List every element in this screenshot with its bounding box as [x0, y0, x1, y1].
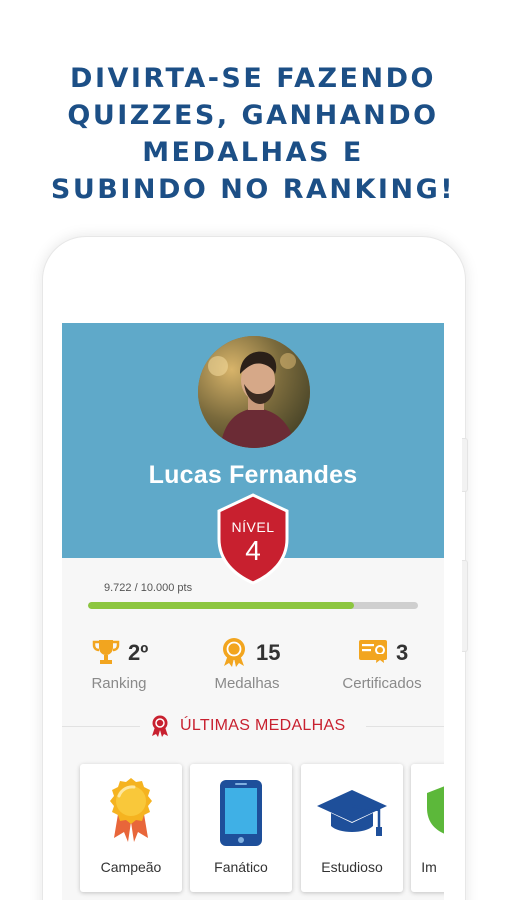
- level-progress-fill: [88, 602, 355, 609]
- smartphone-icon: [220, 780, 262, 846]
- medal-card-champion[interactable]: Campeão: [80, 764, 182, 892]
- phone-side-button: [462, 560, 468, 652]
- latest-medals-title: ÚLTIMAS MEDALHAS: [180, 717, 346, 734]
- medal-card-partial[interactable]: Im: [411, 764, 444, 892]
- trophy-icon: [92, 640, 120, 664]
- shield-icon: [427, 786, 444, 834]
- headline: DIVIRTA-SE FAZENDO QUIZZES, GANHANDO MED…: [0, 60, 506, 208]
- headline-line-2: QUIZZES, GANHANDO: [67, 100, 439, 131]
- certificate-icon: [359, 640, 387, 663]
- user-name: Lucas Fernandes: [148, 461, 358, 489]
- headline-line-3: MEDALHAS E: [142, 137, 364, 168]
- phone-side-button: [462, 438, 468, 492]
- avatar-photo: [198, 336, 310, 448]
- medal-card-label: Estudioso: [321, 859, 383, 875]
- stat-medals-value: 15: [256, 640, 281, 665]
- stat-certificates-label: Certificados: [342, 675, 422, 692]
- headline-line-1: DIVIRTA-SE FAZENDO: [70, 63, 436, 94]
- section-divider: [366, 726, 444, 727]
- avatar[interactable]: [198, 336, 310, 448]
- gold-medal-icon: [110, 778, 152, 842]
- medal-card-fanatic[interactable]: Fanático: [190, 764, 292, 892]
- headline-line-4: SUBINDO NO RANKING!: [50, 174, 456, 205]
- stat-certificates-value: 3: [396, 640, 409, 665]
- level-value: 4: [245, 535, 261, 566]
- graduation-cap-icon: [317, 790, 387, 836]
- medal-card-label: Im: [421, 859, 437, 875]
- app-screen: Lucas Fernandes NÍVEL 4 9.722 / 10.000 p…: [62, 323, 444, 900]
- medal-card-label: Campeão: [100, 859, 162, 875]
- section-divider: [62, 726, 140, 727]
- medal-card-label: Fanático: [214, 859, 268, 875]
- points-text: 9.722 / 10.000 pts: [104, 582, 193, 594]
- stat-ranking-label: Ranking: [91, 675, 147, 692]
- stat-ranking-value: 2º: [128, 640, 149, 665]
- medal-card-studious[interactable]: Estudioso: [301, 764, 403, 892]
- level-progress-bar: [88, 602, 418, 609]
- medal-icon: [152, 715, 168, 737]
- medal-icon: [223, 638, 245, 667]
- level-label: NÍVEL: [231, 519, 275, 535]
- stat-medals-label: Medalhas: [214, 675, 280, 692]
